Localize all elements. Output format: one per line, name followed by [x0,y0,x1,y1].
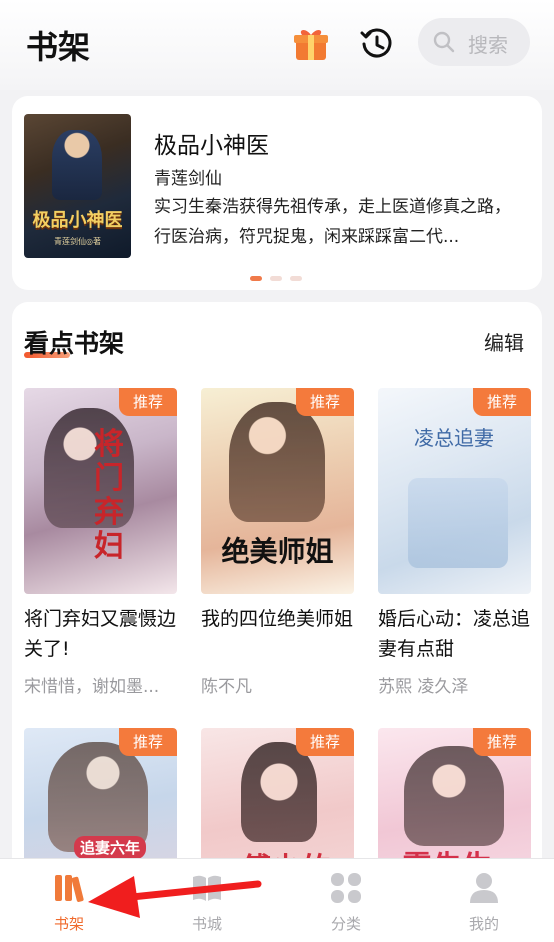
gift-icon[interactable] [293,26,329,62]
cover-title-art: 极品小神医 [32,210,123,231]
bottom-tab-bar: 书架 书城 分类 我的 [0,858,554,942]
edit-button[interactable]: 编辑 [484,327,524,356]
book-title[interactable]: 我的四位绝美师姐 [201,604,354,664]
book-author: 苏熙 凌久泽 [378,677,469,697]
tab-category[interactable]: 分类 [296,859,396,942]
tab-label: 书城 [191,915,222,933]
page-title: 书架 [26,28,91,66]
recommend-badge: 推荐 [296,388,354,416]
book-cover[interactable]: 凌总追妻 推荐 [378,388,531,594]
cover-title-art: 绝美师姐 [221,535,334,568]
recommend-badge: 推荐 [119,388,177,416]
book-title[interactable]: 将门弃妇又震慑边关了! [24,604,177,664]
bookshelf-section: 看点书架 编辑 将门弃妇 推荐 将门弃妇又震慑边关了! 宋惜惜，谢如墨... 绝… [12,302,542,942]
history-icon[interactable] [360,27,394,61]
tab-label: 分类 [330,915,361,933]
recommend-badge: 推荐 [119,728,177,756]
bookshelf-icon [55,875,84,902]
search-input[interactable]: 搜索 [418,18,530,66]
featured-book-description: 实习生秦浩获得先祖传承，走上医道修真之路，行医治病，符咒捉鬼，闲来踩踩富二代..… [154,197,511,247]
tab-book-store[interactable]: 书城 [157,859,257,942]
cover-illustration [408,478,508,568]
section-title: 看点书架 [24,329,125,358]
book-cover[interactable]: 绝美师姐 推荐 [201,388,354,594]
search-icon [433,31,455,53]
profile-icon [470,873,498,903]
carousel-dot [290,276,302,281]
cover-illustration [241,742,317,842]
book-author: 陈不凡 [201,677,252,697]
tab-profile[interactable]: 我的 [434,859,534,942]
carousel-dot [270,276,282,281]
cover-title-art: 将门弃妇 [94,427,124,564]
recommend-badge: 推荐 [473,388,531,416]
featured-book-card[interactable]: 极品小神医 青莲剑仙◎著 极品小神医 青莲剑仙 实习生秦浩获得先祖传承，走上医道… [12,96,542,290]
search-placeholder: 搜索 [468,33,508,57]
carousel-dot [250,276,262,281]
book-store-icon [193,875,221,901]
cover-illustration [229,402,325,522]
book-cover[interactable]: 将门弃妇 推荐 [24,388,177,594]
cover-title-art: 凌总追妻 [414,426,494,450]
recommend-badge: 推荐 [473,728,531,756]
category-icon [331,873,361,903]
tab-label: 我的 [468,915,499,933]
book-author: 宋惜惜，谢如墨... [24,677,160,697]
cover-caption: 青莲剑仙◎著 [54,237,101,246]
book-title[interactable]: 婚后心动：凌总追妻有点甜 [378,604,531,664]
recommend-badge: 推荐 [296,728,354,756]
featured-book-cover[interactable]: 极品小神医 青莲剑仙◎著 [24,114,131,258]
top-header: 书架 搜索 [0,0,554,90]
featured-book-title[interactable]: 极品小神医 [154,126,269,160]
tab-bookshelf[interactable]: 书架 [19,859,119,942]
cover-illustration [52,130,102,200]
cover-title-art: 追妻六年 [74,836,147,859]
cover-illustration [404,746,504,846]
tab-label: 书架 [53,915,84,933]
featured-book-author: 青莲剑仙 [154,169,222,189]
